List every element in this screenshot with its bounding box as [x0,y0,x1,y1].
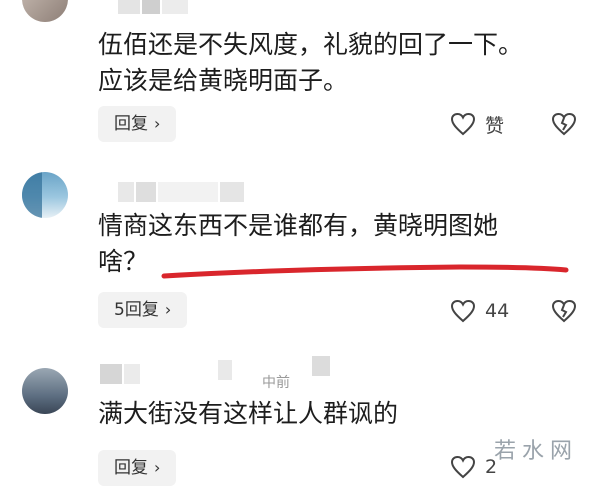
like-button[interactable]: 2 [450,452,497,482]
heart-outline-icon [450,112,476,136]
reply-label: 回复 [114,458,148,478]
site-watermark: 若水网 [493,439,578,464]
comment-text: 满大街没有这样让人群讽的 [98,396,398,432]
avatar[interactable] [22,368,68,414]
broken-heart-icon[interactable] [551,112,577,136]
comment-line: 情商这东西不是谁都有，黄晓明图她 [98,211,499,240]
chevron-right-icon: › [164,300,172,319]
reply-label: 回复 [114,114,148,134]
username-mosaic [118,0,190,14]
reply-button[interactable]: 5回复 › [98,292,188,328]
username-mosaic [312,356,332,376]
username-fragment: 中前 [262,375,290,391]
username-mosaic [100,364,142,384]
username-mosaic [118,182,246,202]
like-button[interactable]: 44 [450,296,509,326]
comment-line: 满大街没有这样让人群讽的 [98,399,399,428]
reply-button[interactable]: 回复 › [98,450,177,486]
heart-outline-icon [450,455,476,479]
chevron-right-icon: › [154,458,161,477]
heart-outline-icon [450,299,476,323]
comment-line: 应该是给黄晓明面子。 [98,66,349,95]
red-underline-annotation [161,264,569,279]
avatar[interactable] [22,172,68,218]
comment-line: 伍佰还是不失风度，礼貌的回了一下。 [98,30,524,59]
broken-heart-icon[interactable] [551,299,577,323]
like-label: 赞 [485,114,505,137]
like-count: 44 [485,300,510,322]
reply-button[interactable]: 回复 › [98,106,177,142]
reply-label: 5回复 [114,300,159,320]
chevron-right-icon: › [154,114,161,133]
username-mosaic [218,360,234,380]
avatar[interactable] [22,0,68,22]
like-button[interactable]: 赞 [450,109,504,139]
comment-text: 伍佰还是不失风度，礼貌的回了一下。 应该是给黄晓明面子。 [98,27,523,99]
